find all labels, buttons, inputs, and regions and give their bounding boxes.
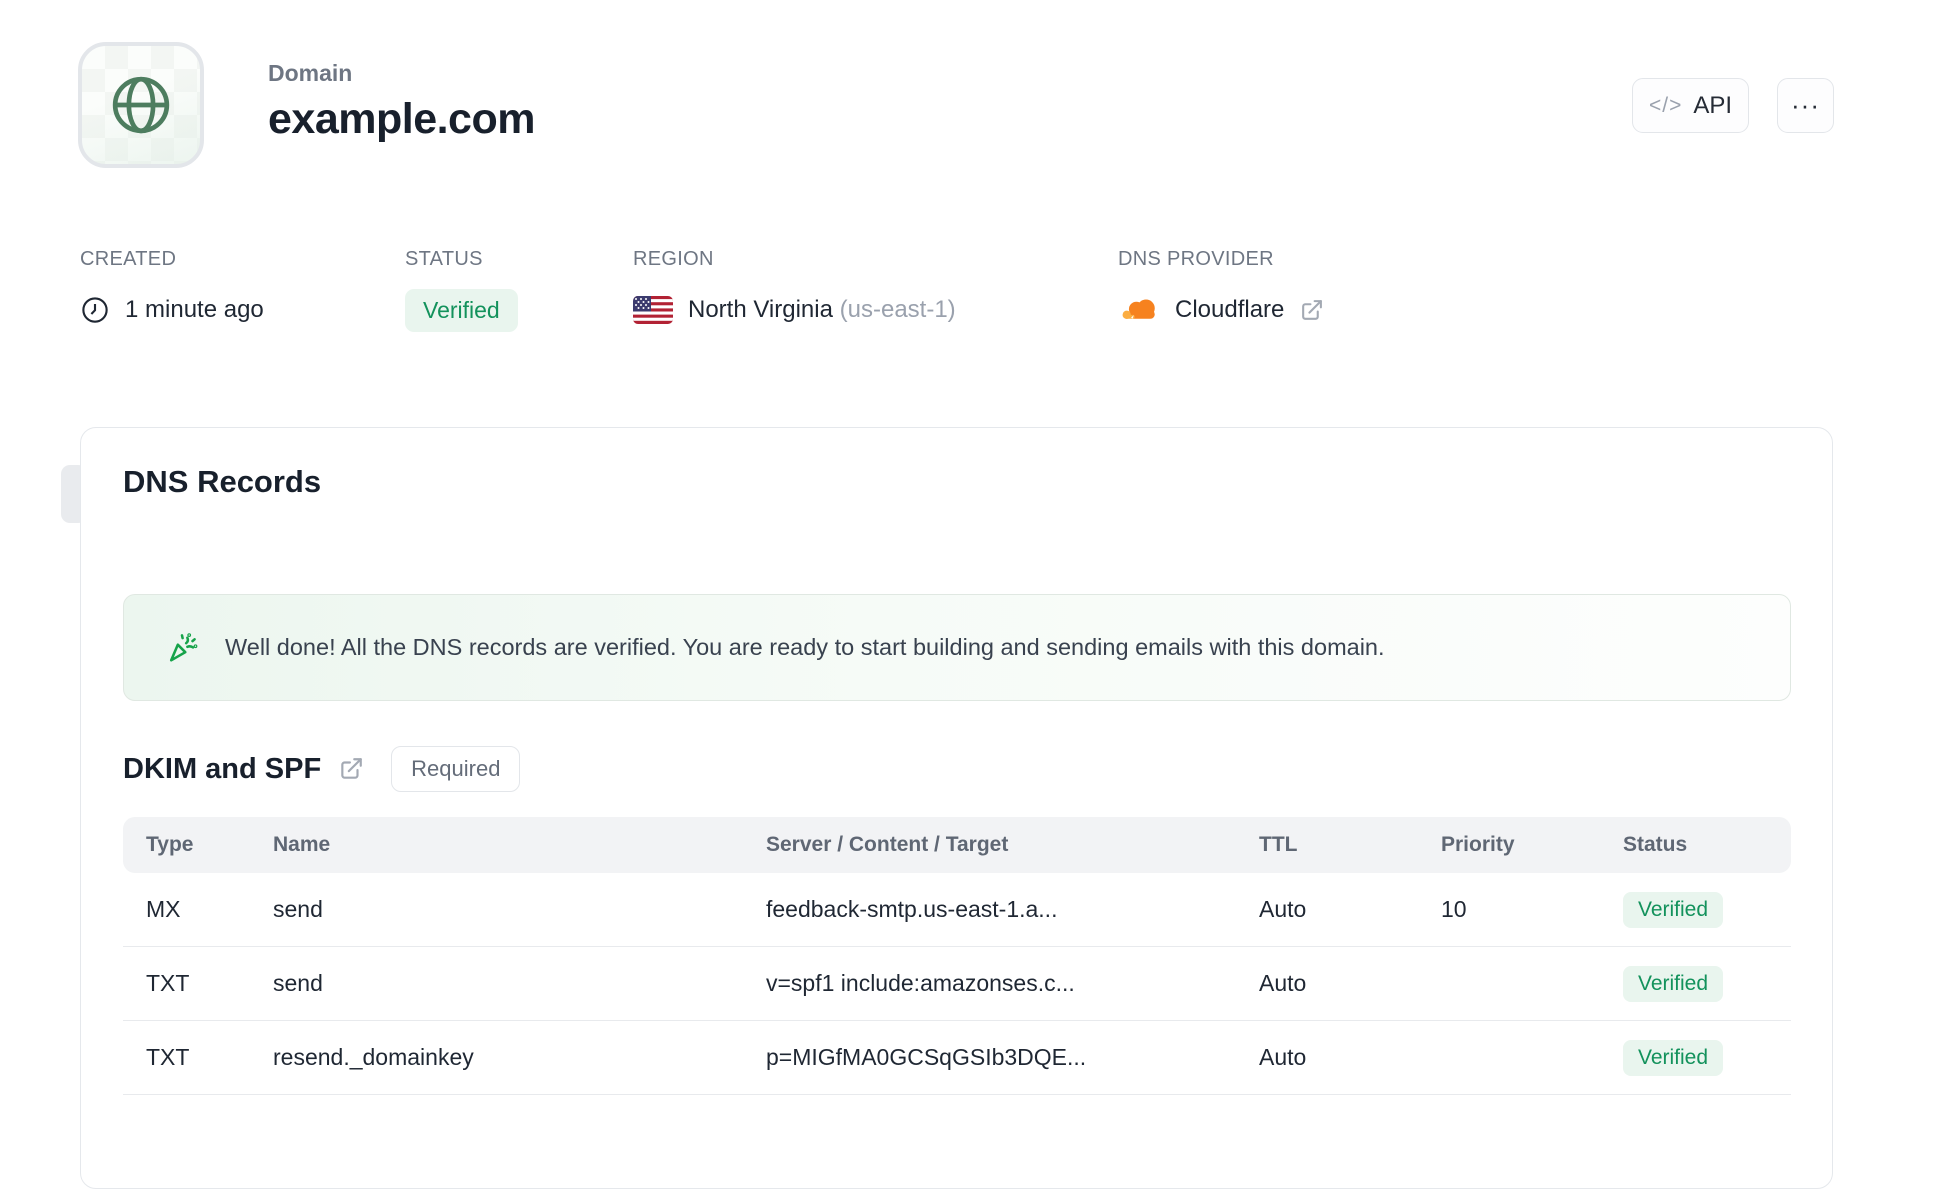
status-badge: Verified [405, 288, 518, 332]
domain-avatar [78, 42, 204, 168]
external-link-icon[interactable] [1299, 298, 1324, 323]
api-button-label: API [1693, 91, 1733, 119]
cell-name: send [273, 896, 323, 922]
verified-badge: Verified [1623, 891, 1724, 928]
us-flag-icon [633, 296, 673, 324]
clock-icon [80, 295, 110, 325]
cell-content: p=MIGfMA0GCSqGSIb3DQE... [766, 1044, 1087, 1070]
status-label: STATUS [405, 248, 483, 270]
cell-type: TXT [146, 970, 190, 996]
success-banner: Well done! All the DNS records are verif… [123, 594, 1791, 701]
cell-priority: 10 [1441, 896, 1467, 922]
meta-created: CREATED 1 minute ago [80, 248, 264, 331]
cell-ttl: Auto [1259, 970, 1307, 996]
cell-name: resend._domainkey [273, 1044, 474, 1070]
meta-dns-provider: DNS PROVIDER Cloudflare [1118, 248, 1324, 331]
region-label: REGION [633, 248, 714, 270]
code-icon: </> [1648, 93, 1683, 117]
table-row[interactable]: TXT send v=spf1 include:amazonses.c... A… [123, 947, 1791, 1021]
dkim-external-link-icon[interactable] [338, 756, 364, 782]
dns-provider-label: DNS PROVIDER [1118, 248, 1274, 270]
dkim-section-title: DKIM and SPF [123, 752, 322, 785]
created-value: 1 minute ago [125, 296, 264, 323]
cloudflare-icon [1118, 295, 1160, 325]
dns-records-title: DNS Records [123, 464, 322, 499]
col-header-content: Server / Content / Target [766, 833, 1009, 856]
cell-content: feedback-smtp.us-east-1.a... [766, 896, 1058, 922]
col-header-status: Status [1623, 833, 1688, 856]
party-popper-icon [164, 630, 200, 666]
required-badge: Required [391, 746, 521, 792]
dns-records-table: Type Name Server / Content / Target TTL … [123, 817, 1791, 1095]
meta-region: REGION North Virginia (us-east-1) [633, 248, 956, 331]
page-header: Domain example.com [268, 60, 535, 144]
created-label: CREATED [80, 248, 177, 270]
table-header-row: Type Name Server / Content / Target TTL … [123, 817, 1791, 873]
globe-icon [108, 72, 174, 138]
verified-badge: Verified [1623, 965, 1724, 1002]
more-options-button[interactable]: ··· [1777, 78, 1834, 133]
col-header-priority: Priority [1441, 833, 1515, 856]
region-code: (us-east-1) [839, 296, 956, 323]
cell-name: send [273, 970, 323, 996]
table-row[interactable]: TXT resend._domainkey p=MIGfMA0GCSqGSIb3… [123, 1021, 1791, 1095]
region-value: North Virginia [688, 296, 833, 323]
dns-provider-value: Cloudflare [1175, 296, 1285, 323]
col-header-ttl: TTL [1259, 833, 1298, 856]
verified-badge: Verified [1623, 1039, 1724, 1076]
dkim-section-header: DKIM and SPF Required [123, 746, 521, 792]
banner-message: Well done! All the DNS records are verif… [225, 634, 1385, 660]
domain-label: Domain [268, 60, 353, 86]
ellipsis-icon: ··· [1791, 90, 1820, 120]
cell-ttl: Auto [1259, 896, 1307, 922]
meta-status: STATUS Verified [405, 248, 518, 332]
dns-records-card: DNS Records Well done! All the DNS recor… [80, 427, 1833, 1189]
table-row[interactable]: MX send feedback-smtp.us-east-1.a... Aut… [123, 873, 1791, 947]
col-header-name: Name [273, 833, 331, 856]
page-title: example.com [268, 95, 535, 143]
col-header-type: Type [146, 833, 194, 856]
cell-ttl: Auto [1259, 1044, 1307, 1070]
api-button[interactable]: </> API [1632, 78, 1749, 133]
cell-content: v=spf1 include:amazonses.c... [766, 970, 1075, 996]
cell-type: TXT [146, 1044, 190, 1070]
cell-type: MX [146, 896, 181, 922]
